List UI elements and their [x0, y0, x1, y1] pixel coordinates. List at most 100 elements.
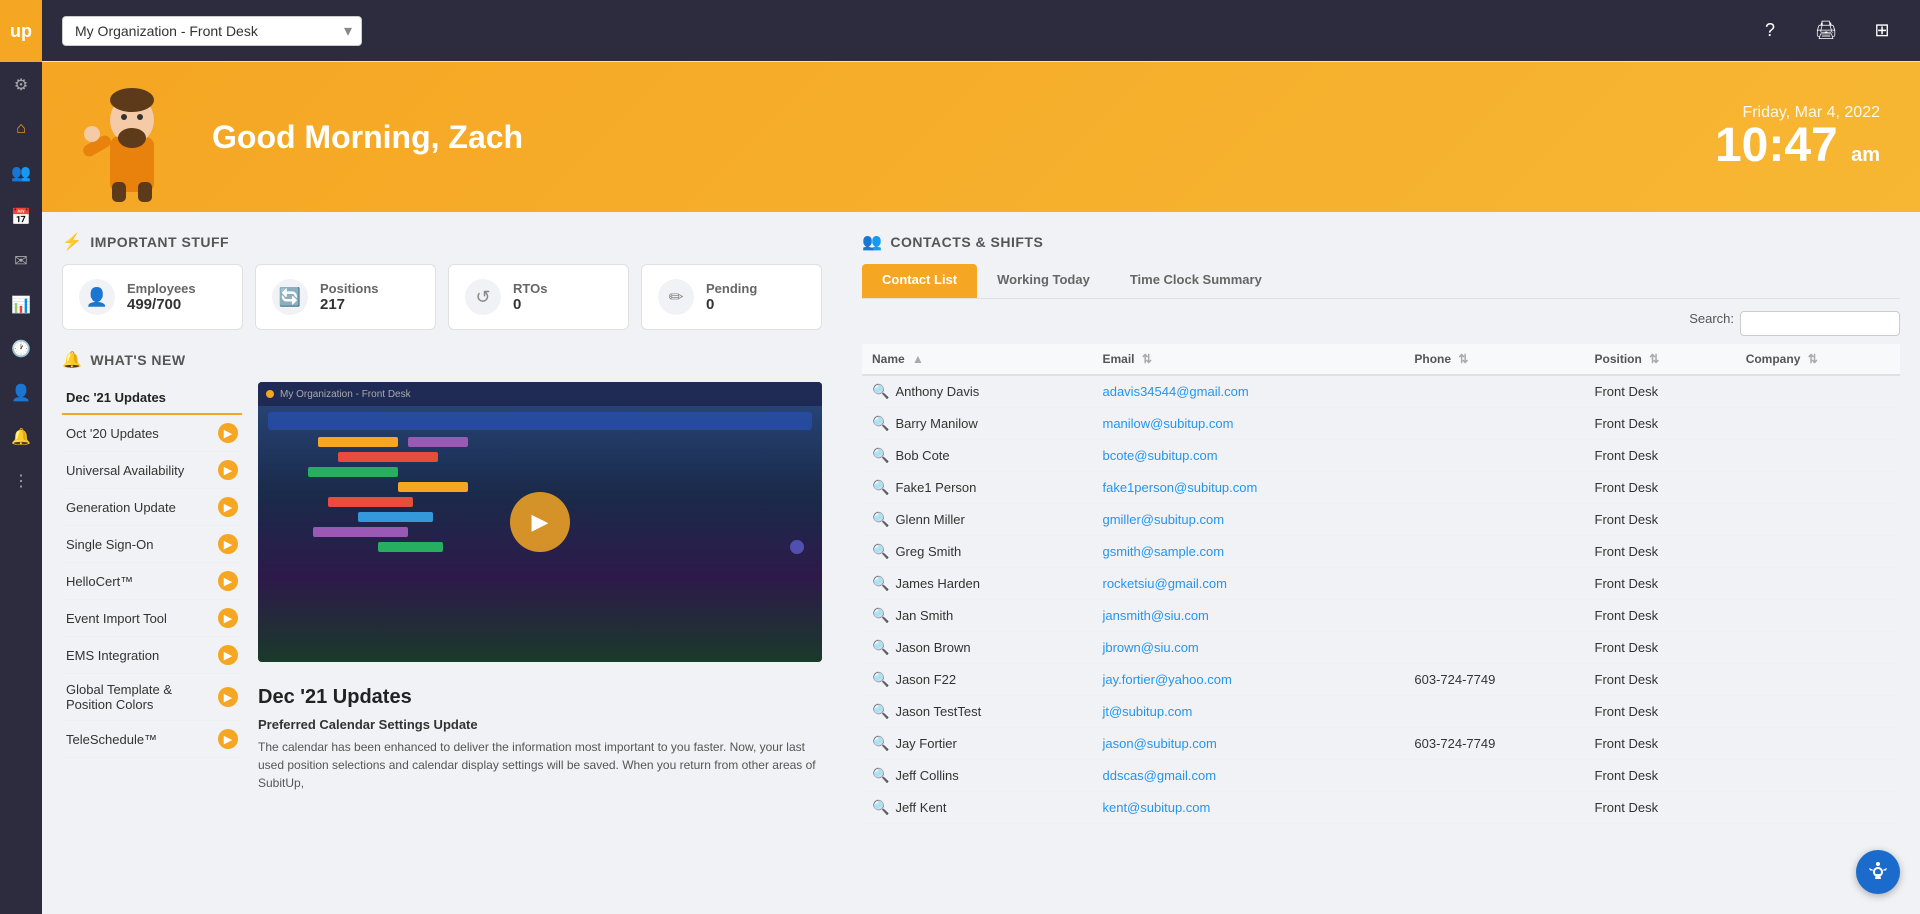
news-item-1[interactable]: Oct '20 Updates ▶ [62, 415, 242, 452]
news-item-4[interactable]: Single Sign-On ▶ [62, 526, 242, 563]
email-link-8[interactable]: jbrown@siu.com [1102, 640, 1198, 655]
tab-contact-list[interactable]: Contact List [862, 264, 977, 298]
search-person-icon: 🔍 [872, 735, 889, 752]
stat-card-employees[interactable]: 👤 Employees 499/700 [62, 264, 243, 330]
news-item-0[interactable]: Dec '21 Updates [62, 382, 242, 415]
arrow-icon-1: ▶ [218, 423, 238, 443]
contact-table: Name ▲ Email ⇅ Phone ⇅ Position [862, 344, 1900, 824]
stat-card-rtos[interactable]: ↺ RTOs 0 [448, 264, 629, 330]
stat-card-positions[interactable]: 🔄 Positions 217 [255, 264, 436, 330]
table-row[interactable]: 🔍James Hardenrocketsiu@gmail.comFront De… [862, 568, 1900, 600]
cell-phone-1 [1404, 408, 1584, 440]
table-row[interactable]: 🔍Jason F22jay.fortier@yahoo.com603-724-7… [862, 664, 1900, 696]
company-sort-icon[interactable]: ⇅ [1808, 352, 1818, 366]
table-row[interactable]: 🔍Jeff Collinsddscas@gmail.comFront Desk [862, 760, 1900, 792]
table-row[interactable]: 🔍Barry Manilowmanilow@subitup.comFront D… [862, 408, 1900, 440]
email-link-4[interactable]: gmiller@subitup.com [1102, 512, 1224, 527]
cell-position-3: Front Desk [1585, 472, 1736, 504]
cell-email-1: manilow@subitup.com [1092, 408, 1404, 440]
table-row[interactable]: 🔍Jan Smithjansmith@siu.comFront Desk [862, 600, 1900, 632]
contacts-tabs: Contact List Working Today Time Clock Su… [862, 264, 1900, 299]
cell-phone-11: 603-724-7749 [1404, 728, 1584, 760]
cell-email-12: ddscas@gmail.com [1092, 760, 1404, 792]
cell-company-1 [1736, 408, 1900, 440]
sidebar-item-clock[interactable]: 🕐 [0, 328, 42, 370]
search-person-icon: 🔍 [872, 383, 889, 400]
grid-button[interactable]: ⊞ [1864, 13, 1900, 49]
sidebar-item-chart[interactable]: 📊 [0, 284, 42, 326]
email-link-6[interactable]: rocketsiu@gmail.com [1102, 576, 1226, 591]
search-person-icon: 🔍 [872, 447, 889, 464]
news-item-9[interactable]: TeleSchedule™ ▶ [62, 721, 242, 758]
print-button[interactable]: 🖨 [1808, 13, 1844, 49]
arrow-icon-9: ▶ [218, 729, 238, 749]
arrow-icon-7: ▶ [218, 645, 238, 665]
table-row[interactable]: 🔍Bob Cotebcote@subitup.comFront Desk [862, 440, 1900, 472]
col-position: Position ⇅ [1585, 344, 1736, 375]
accessibility-button[interactable] [1856, 850, 1900, 894]
sidebar-logo[interactable]: up [0, 0, 42, 62]
col-email: Email ⇅ [1092, 344, 1404, 375]
email-link-0[interactable]: adavis34544@gmail.com [1102, 384, 1248, 399]
email-link-10[interactable]: jt@subitup.com [1102, 704, 1192, 719]
table-header: Name ▲ Email ⇅ Phone ⇅ Position [862, 344, 1900, 375]
news-item-6[interactable]: Event Import Tool ▶ [62, 600, 242, 637]
cell-position-8: Front Desk [1585, 632, 1736, 664]
play-button[interactable]: ▶ [510, 492, 570, 552]
table-row[interactable]: 🔍Glenn Millergmiller@subitup.comFront De… [862, 504, 1900, 536]
mascot [82, 82, 192, 192]
whats-new-content: Dec '21 Updates Oct '20 Updates ▶ Univer… [62, 382, 822, 804]
table-row[interactable]: 🔍Anthony Davisadavis34544@gmail.comFront… [862, 375, 1900, 408]
email-link-2[interactable]: bcote@subitup.com [1102, 448, 1217, 463]
email-link-7[interactable]: jansmith@siu.com [1102, 608, 1208, 623]
table-row[interactable]: 🔍Jeff Kentkent@subitup.comFront Desk [862, 792, 1900, 824]
hero-datetime: Friday, Mar 4, 2022 10:47 am [1715, 104, 1880, 170]
email-link-12[interactable]: ddscas@gmail.com [1102, 768, 1216, 783]
cell-position-13: Front Desk [1585, 792, 1736, 824]
sidebar-item-more[interactable]: ⋮ [0, 460, 42, 502]
cell-company-5 [1736, 536, 1900, 568]
stat-card-pending[interactable]: ✏ Pending 0 [641, 264, 822, 330]
search-input[interactable] [1740, 311, 1900, 336]
sidebar-item-user[interactable]: 👤 [0, 372, 42, 414]
table-row[interactable]: 🔍Jason TestTestjt@subitup.comFront Desk [862, 696, 1900, 728]
news-item-7[interactable]: EMS Integration ▶ [62, 637, 242, 674]
tab-working-today[interactable]: Working Today [977, 264, 1110, 298]
email-link-9[interactable]: jay.fortier@yahoo.com [1102, 672, 1231, 687]
email-link-11[interactable]: jason@subitup.com [1102, 736, 1216, 751]
name-sort-icon[interactable]: ▲ [912, 352, 924, 366]
sidebar-item-mail[interactable]: ✉ [0, 240, 42, 282]
sidebar-item-calendar[interactable]: 📅 [0, 196, 42, 238]
news-item-2[interactable]: Universal Availability ▶ [62, 452, 242, 489]
email-link-13[interactable]: kent@subitup.com [1102, 800, 1210, 815]
sidebar-item-bell[interactable]: 🔔 [0, 416, 42, 458]
cell-phone-6 [1404, 568, 1584, 600]
sidebar-item-settings[interactable]: ⚙ [0, 64, 42, 106]
table-row[interactable]: 🔍Fake1 Personfake1person@subitup.comFron… [862, 472, 1900, 504]
email-link-5[interactable]: gsmith@sample.com [1102, 544, 1224, 559]
cell-company-0 [1736, 375, 1900, 408]
help-button[interactable]: ? [1752, 13, 1788, 49]
sidebar-item-people[interactable]: 👥 [0, 152, 42, 194]
arrow-icon-4: ▶ [218, 534, 238, 554]
tab-time-clock-summary[interactable]: Time Clock Summary [1110, 264, 1282, 298]
video-overlay: ▶ [258, 382, 822, 662]
pending-icon: ✏ [658, 279, 694, 315]
phone-sort-icon[interactable]: ⇅ [1458, 352, 1468, 366]
news-item-8[interactable]: Global Template & Position Colors ▶ [62, 674, 242, 721]
search-person-icon: 🔍 [872, 671, 889, 688]
search-person-icon: 🔍 [872, 639, 889, 656]
news-item-5[interactable]: HelloCert™ ▶ [62, 563, 242, 600]
email-link-1[interactable]: manilow@subitup.com [1102, 416, 1233, 431]
email-link-3[interactable]: fake1person@subitup.com [1102, 480, 1257, 495]
sidebar-item-home[interactable]: ⌂ [0, 108, 42, 150]
table-row[interactable]: 🔍Jay Fortierjason@subitup.com603-724-774… [862, 728, 1900, 760]
org-selector-input[interactable] [62, 16, 362, 46]
news-item-3[interactable]: Generation Update ▶ [62, 489, 242, 526]
news-video[interactable]: My Organization - Front Desk [258, 382, 822, 662]
email-sort-icon[interactable]: ⇅ [1142, 352, 1152, 366]
position-sort-icon[interactable]: ⇅ [1649, 352, 1659, 366]
table-row[interactable]: 🔍Greg Smithgsmith@sample.comFront Desk [862, 536, 1900, 568]
table-row[interactable]: 🔍Jason Brownjbrown@siu.comFront Desk [862, 632, 1900, 664]
main-area: ? 🖨 ⊞ [42, 0, 1920, 914]
